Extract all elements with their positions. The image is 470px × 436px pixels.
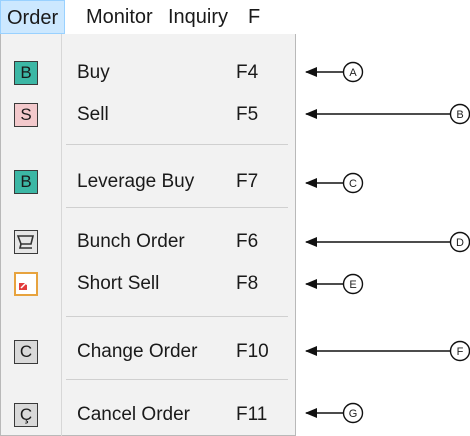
callout-c: C xyxy=(305,172,364,194)
callout-letter: C xyxy=(349,178,357,190)
callout-letter: F xyxy=(457,346,464,358)
callout-letter: A xyxy=(349,67,357,79)
callout-b: B xyxy=(305,103,470,125)
callout-a: A xyxy=(305,61,364,83)
callout-letter: B xyxy=(456,109,463,121)
callout-f: F xyxy=(305,340,470,362)
callout-d: D xyxy=(305,231,470,253)
callout-letter: D xyxy=(456,237,464,249)
callout-letter: G xyxy=(349,408,358,420)
callout-g: G xyxy=(305,402,364,424)
callout-letter: E xyxy=(349,279,356,291)
callout-overlay: A B C D E F G xyxy=(305,61,470,424)
callout-e: E xyxy=(305,273,364,295)
